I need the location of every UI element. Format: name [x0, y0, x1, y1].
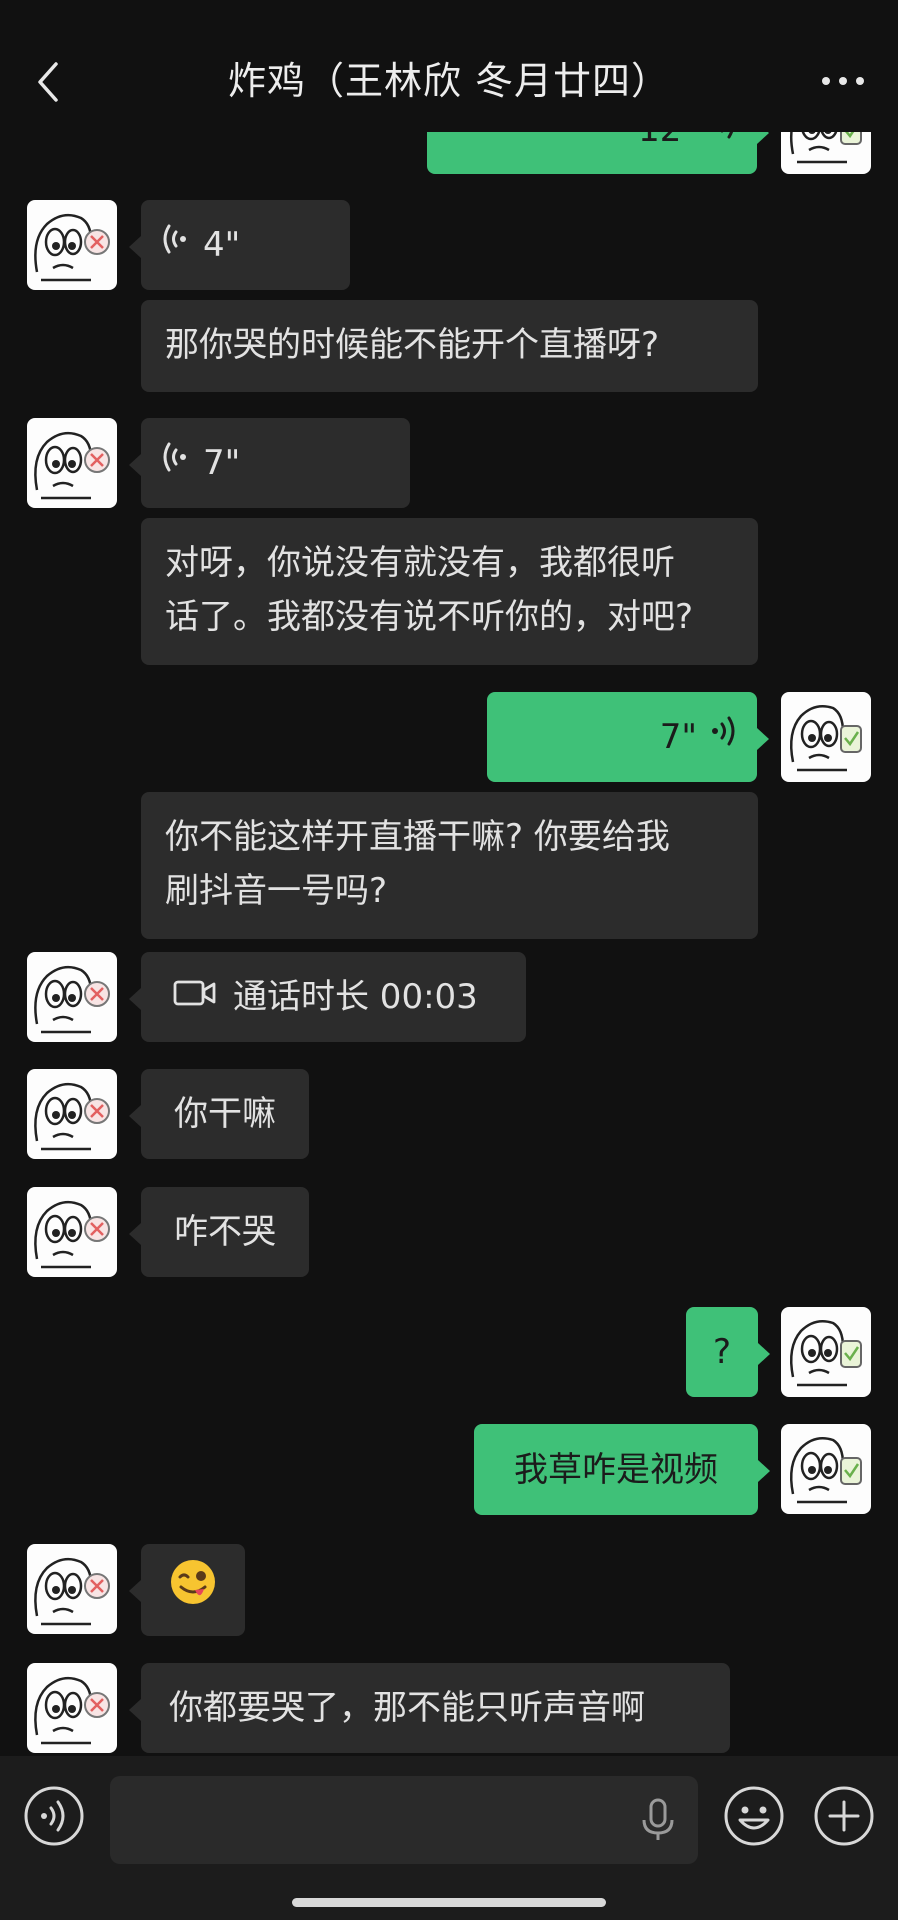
voice-icon [22, 1786, 86, 1852]
avatar-contact[interactable] [27, 1544, 117, 1634]
avatar-contact[interactable] [27, 1187, 117, 1277]
more-button[interactable] [818, 66, 868, 96]
text-message-incoming[interactable]: 那你哭的时候能不能开个直播呀? [141, 300, 758, 392]
voice-duration: 7" [203, 443, 241, 483]
voice-wave-icon [163, 218, 189, 272]
voice-message-incoming[interactable]: 7" [129, 418, 410, 508]
voice-duration: 4" [203, 225, 241, 265]
text-message-incoming[interactable]: 你不能这样开直播干嘛? 你要给我 刷抖音一号吗? [141, 792, 758, 939]
wink-tongue-emoji [168, 1557, 218, 1623]
text-message-outgoing[interactable]: ? [686, 1307, 770, 1397]
home-indicator[interactable] [292, 1898, 606, 1907]
avatar-contact[interactable] [27, 1069, 117, 1159]
avatar-contact[interactable] [27, 418, 117, 508]
message-text-line: 你不能这样开直播干嘛? 你要给我 [165, 817, 670, 857]
emoji-message-incoming[interactable] [129, 1544, 245, 1636]
emoji-icon [722, 1786, 786, 1852]
microphone-icon[interactable] [640, 1798, 676, 1846]
avatar-self[interactable] [781, 1424, 871, 1514]
voice-wave-icon [163, 436, 189, 490]
voice-wave-icon [709, 710, 735, 764]
message-list[interactable]: 12" 4" 那你哭的时候能不能开个直播呀? 7" 对呀，你说没有就没有，我都很… [0, 0, 898, 1756]
message-text: 你干嘛 [174, 1094, 276, 1134]
video-camera-icon [173, 970, 217, 1024]
more-dots-icon [818, 77, 868, 100]
message-text: 咋不哭 [174, 1212, 276, 1252]
video-call-record[interactable]: 通话时长 00:03 [129, 952, 526, 1042]
chat-header: 炸鸡（王林欣 冬月廿四） [0, 0, 898, 132]
avatar-contact[interactable] [27, 1663, 117, 1753]
voice-message-outgoing[interactable]: 7" [487, 692, 769, 782]
plus-button[interactable] [812, 1784, 876, 1852]
message-input[interactable] [110, 1776, 698, 1864]
emoji-button[interactable] [722, 1784, 786, 1852]
message-text: 你都要哭了，那不能只听声音啊 [169, 1688, 645, 1728]
call-duration-text: 通话时长 00:03 [233, 977, 478, 1017]
message-text-line: 刷抖音一号吗? [165, 871, 388, 911]
message-text: 那你哭的时候能不能开个直播呀? [165, 325, 660, 365]
message-text-line: 话了。我都没有说不听你的，对吧? [165, 597, 694, 637]
text-message-incoming[interactable]: 对呀，你说没有就没有，我都很听 话了。我都没有说不听你的，对吧? [141, 518, 758, 665]
voice-duration: 7" [659, 717, 697, 757]
avatar-self[interactable] [781, 1307, 871, 1397]
input-bar [0, 1756, 898, 1920]
avatar-contact[interactable] [27, 200, 117, 290]
text-message-outgoing[interactable]: 我草咋是视频 [474, 1424, 770, 1515]
avatar-contact[interactable] [27, 952, 117, 1042]
message-text: ? [712, 1332, 732, 1372]
plus-icon [812, 1786, 876, 1852]
message-text: 我草咋是视频 [514, 1449, 718, 1490]
voice-toggle-button[interactable] [22, 1784, 86, 1852]
voice-message-incoming[interactable]: 4" [129, 200, 350, 290]
text-message-incoming[interactable]: 咋不哭 [129, 1187, 309, 1277]
avatar-self[interactable] [781, 692, 871, 782]
text-message-incoming[interactable]: 你干嘛 [129, 1069, 309, 1159]
chat-title: 炸鸡（王林欣 冬月廿四） [227, 59, 671, 103]
message-text-line: 对呀，你说没有就没有，我都很听 [165, 543, 675, 583]
text-message-incoming[interactable]: 你都要哭了，那不能只听声音啊 [129, 1663, 730, 1753]
